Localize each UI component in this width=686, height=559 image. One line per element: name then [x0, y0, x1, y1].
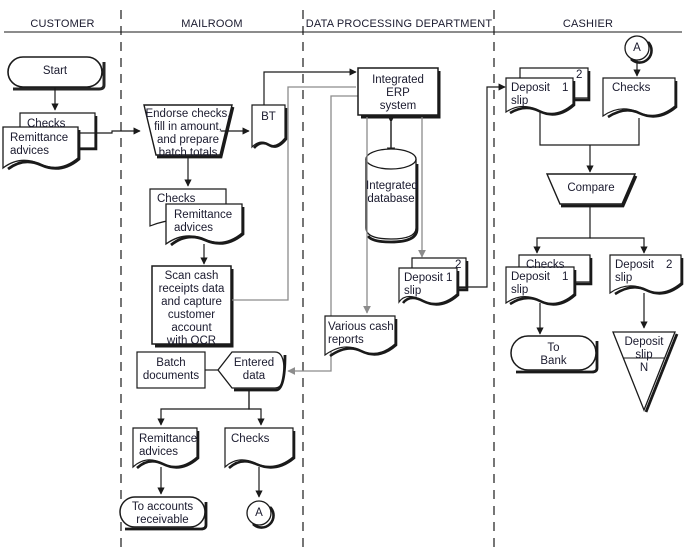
flowchart-graphics [2, 10, 684, 552]
node-to-bank [510, 335, 599, 374]
label-cash-deposit-in-copy2: 2 [576, 69, 583, 81]
node-compare [545, 173, 638, 208]
node-endorse [143, 104, 235, 159]
edge-scan-to-erp [232, 86, 356, 301]
node-database [365, 148, 419, 244]
node-start [7, 56, 106, 91]
node-cash-reports [324, 315, 398, 358]
label-dp-deposit-copy1: 1 [446, 272, 453, 284]
column-header-customer: CUSTOMER [30, 18, 95, 30]
node-bt [251, 104, 288, 149]
edge-join-to-compare [539, 112, 640, 146]
edge-compare-to-deposit2 [590, 237, 648, 254]
edge-bt-to-erp [263, 68, 357, 78]
edge-compare-to-checks-out [533, 206, 591, 254]
label-dp-deposit-copy2: 2 [455, 259, 462, 271]
label-cash-deposit2-copy: 2 [666, 259, 673, 271]
edge-entered-to-checks-out [248, 390, 265, 426]
node-cash-checks-in [602, 77, 678, 119]
label-cash-deposit1-copy: 1 [562, 271, 569, 283]
node-entered-data [217, 351, 287, 392]
column-header-mailroom: MAILROOM [181, 18, 243, 30]
node-cust-remittance [2, 126, 81, 171]
node-scan [151, 265, 234, 348]
node-mr-checks-out [224, 427, 296, 469]
edge-entered-to-remit-out [157, 390, 250, 426]
edge-deposit-to-cashier [458, 83, 506, 288]
node-mr-remittance [165, 203, 245, 247]
flowchart-canvas: CUSTOMER MAILROOM DATA PROCESSING DEPART… [0, 0, 686, 559]
node-connector-a-out [246, 500, 275, 529]
label-cash-deposit-in-copy1: 1 [562, 82, 569, 94]
node-erp [357, 67, 441, 119]
column-header-dataproc: DATA PROCESSING DEPARTMENT [305, 18, 493, 30]
node-connector-a-in [624, 35, 653, 64]
node-to-ar [119, 496, 208, 531]
column-header-cashier: CASHIER [562, 18, 614, 30]
node-batch-docs [136, 351, 206, 389]
node-mr-remit-out [132, 427, 200, 469]
node-file-n [612, 331, 679, 413]
